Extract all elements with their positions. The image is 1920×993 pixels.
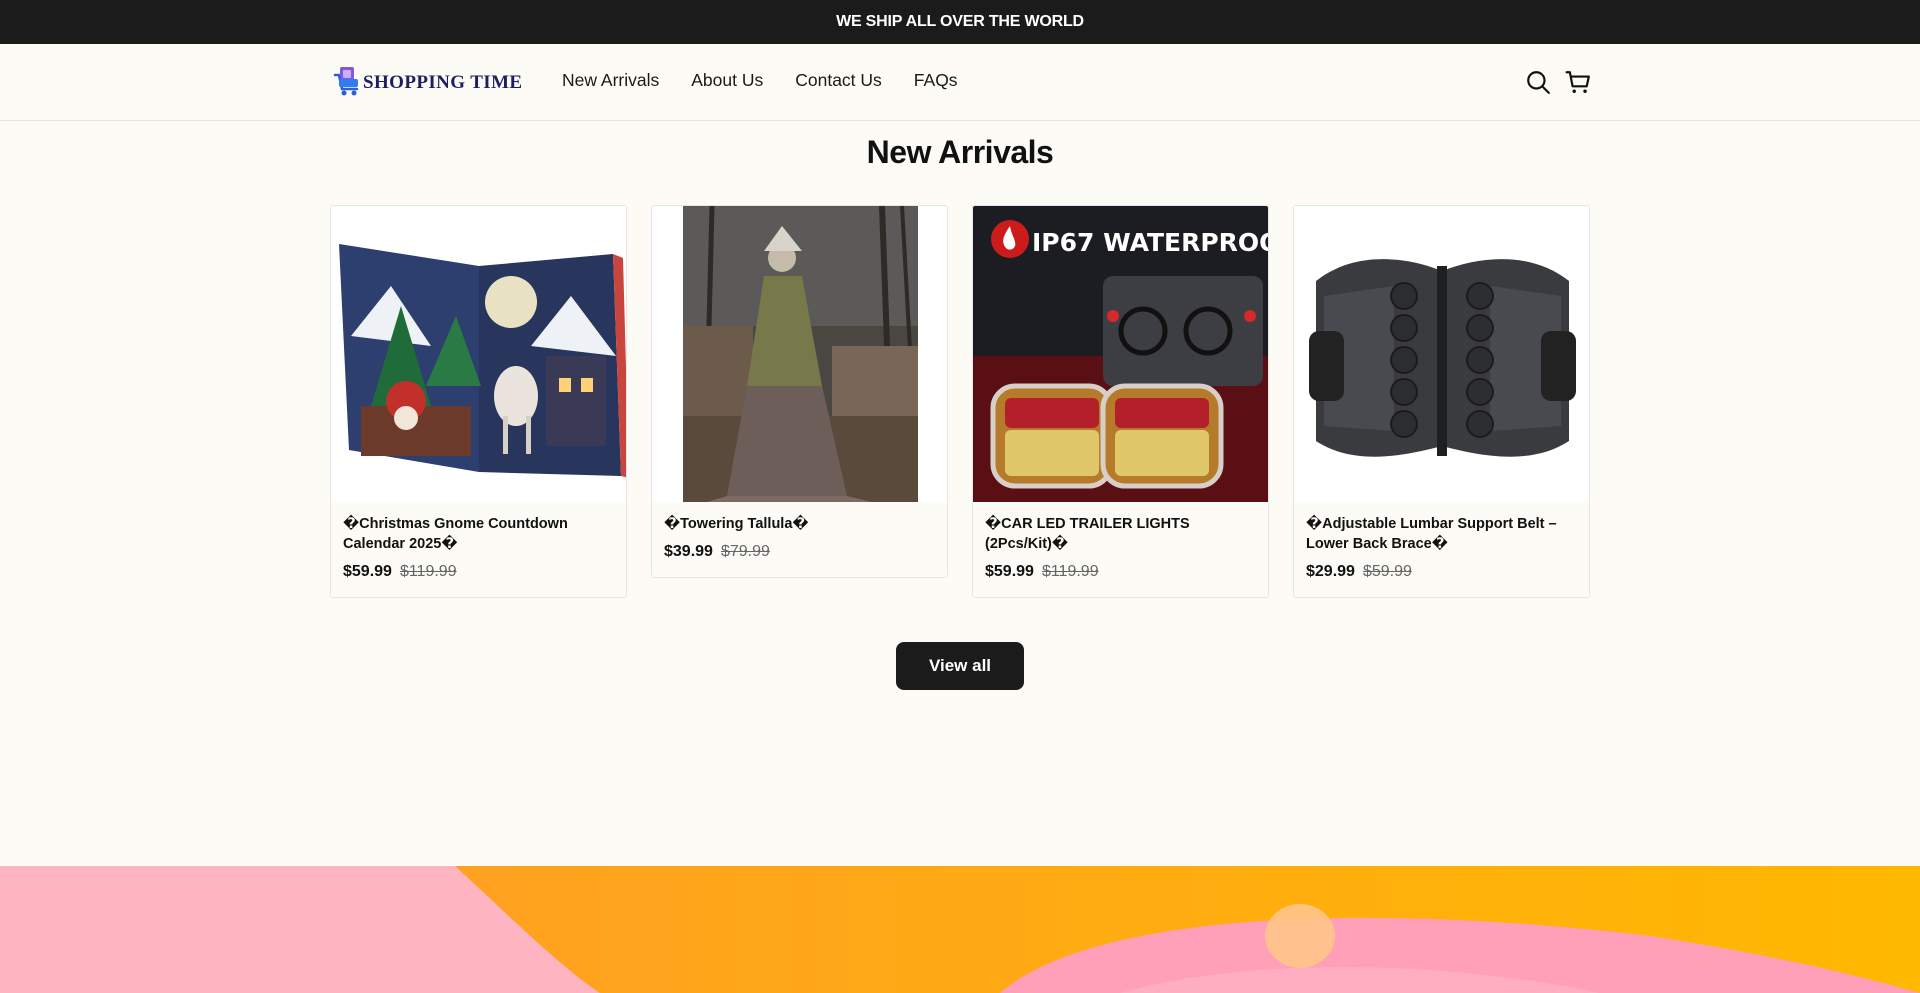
section-title: New Arrivals: [866, 134, 1054, 170]
view-all-button[interactable]: View all: [896, 642, 1024, 690]
cart-icon[interactable]: [1565, 69, 1591, 95]
halloween-witch-image: [652, 206, 947, 502]
nav-contact-us[interactable]: Contact Us: [795, 70, 882, 91]
banner-artwork: [0, 866, 1920, 993]
product-compare-price: $119.99: [1041, 563, 1099, 580]
announcement-bar: WE SHIP ALL OVER THE WORLD: [0, 0, 1920, 44]
product-title[interactable]: �Adjustable Lumbar Support Belt – Lower …: [1306, 514, 1577, 554]
advent-calendar-image: [331, 206, 626, 502]
nav-new-arrivals[interactable]: New Arrivals: [562, 70, 659, 91]
product-image[interactable]: [652, 206, 947, 502]
site-header: SHOPPING TIME New Arrivals About Us Cont…: [0, 44, 1920, 121]
product-price: $29.99: [1306, 563, 1355, 580]
product-card[interactable]: IP67 WATERPROOF �CAR LED TRAILER LIGHTS …: [972, 205, 1269, 598]
logo[interactable]: SHOPPING TIME: [333, 64, 523, 98]
promo-banner: [0, 866, 1920, 993]
product-compare-price: $79.99: [720, 543, 770, 560]
lumbar-belt-image: [1294, 206, 1589, 502]
waterproof-text: IP67 WATERPROOF: [1032, 228, 1268, 257]
product-card[interactable]: �Adjustable Lumbar Support Belt – Lower …: [1293, 205, 1590, 598]
trailer-lights-image: IP67 WATERPROOF: [973, 206, 1268, 502]
main-nav: New Arrivals About Us Contact Us FAQs: [562, 70, 958, 91]
product-image[interactable]: IP67 WATERPROOF: [973, 206, 1268, 502]
product-compare-price: $119.99: [399, 563, 457, 580]
product-price: $59.99: [343, 563, 392, 580]
product-price: $59.99: [985, 563, 1034, 580]
product-title[interactable]: �Towering Tallula�: [664, 514, 935, 534]
product-title[interactable]: �Christmas Gnome Countdown Calendar 2025…: [343, 514, 614, 554]
search-icon[interactable]: [1525, 69, 1551, 95]
product-card[interactable]: �Christmas Gnome Countdown Calendar 2025…: [330, 205, 627, 598]
nav-faqs[interactable]: FAQs: [914, 70, 958, 91]
product-price: $39.99: [664, 543, 713, 560]
product-card[interactable]: �Towering Tallula� $39.99 $79.99: [651, 205, 948, 578]
logo-text: SHOPPING TIME: [363, 72, 523, 93]
nav-about-us[interactable]: About Us: [691, 70, 763, 91]
product-image[interactable]: [1294, 206, 1589, 502]
product-title[interactable]: �CAR LED TRAILER LIGHTS (2Pcs/Kit)�: [985, 514, 1256, 554]
product-image[interactable]: [331, 206, 626, 502]
announcement-text: WE SHIP ALL OVER THE WORLD: [836, 13, 1084, 30]
product-compare-price: $59.99: [1362, 563, 1412, 580]
logo-cart-icon: [333, 67, 359, 96]
